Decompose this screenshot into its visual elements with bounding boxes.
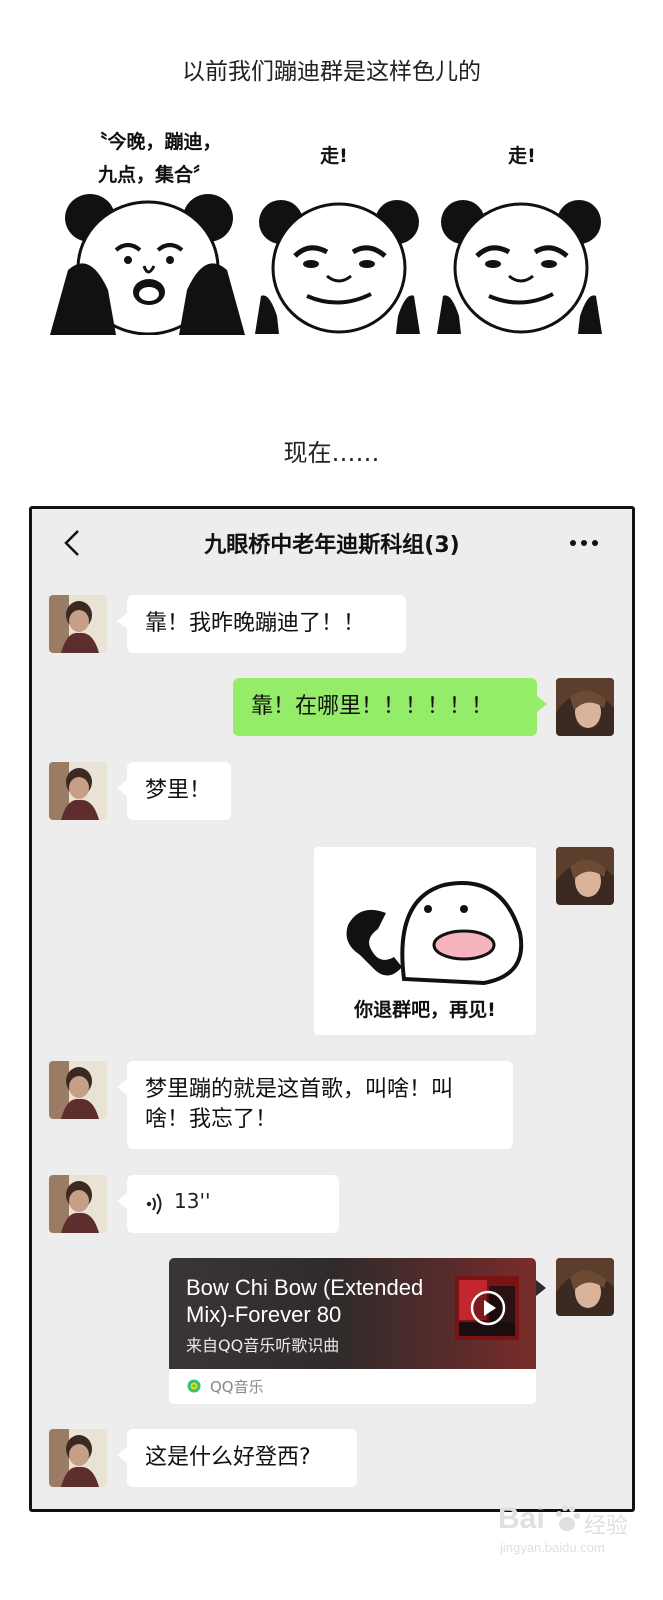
panda-shouting-image bbox=[50, 194, 245, 335]
contact-avatar[interactable] bbox=[49, 1175, 107, 1233]
music-card-footer: QQ音乐 bbox=[169, 1369, 536, 1404]
sticker-message[interactable]: 你退群吧，再见! bbox=[314, 847, 536, 1035]
message-bubble-incoming[interactable]: 梦里！ bbox=[117, 762, 231, 820]
more-options-icon[interactable] bbox=[567, 531, 601, 555]
voice-message[interactable]: 13'' bbox=[117, 1175, 339, 1233]
now-caption: 现在…… bbox=[283, 439, 380, 467]
meme-1-text: 〝今晚，蹦迪， 九点，集合〞 bbox=[80, 126, 230, 192]
meme-1-line-2: 九点，集合〞 bbox=[97, 164, 212, 186]
watermark-brand-cn: 经验 bbox=[584, 1513, 629, 1538]
music-card-tail bbox=[536, 1280, 546, 1296]
panda-smirk-image bbox=[437, 200, 602, 334]
contact-avatar[interactable] bbox=[49, 1429, 107, 1487]
chat-navbar: 九眼桥中老年迪斯科组(3) bbox=[32, 509, 632, 576]
music-subtitle: 来自QQ音乐听歌识曲 bbox=[186, 1336, 340, 1355]
watermark-brand: Bai bbox=[498, 1502, 545, 1535]
message-bubble-incoming[interactable]: 靠！我昨晚蹦迪了！！ bbox=[117, 595, 406, 653]
meme-1-line-1: 〝今晚，蹦迪， bbox=[88, 131, 222, 153]
meme-2-text: 走! bbox=[320, 145, 348, 167]
my-avatar[interactable] bbox=[556, 847, 614, 905]
contact-avatar[interactable] bbox=[49, 762, 107, 820]
voice-duration: 13'' bbox=[174, 1189, 211, 1213]
message-bubble-incoming[interactable]: 这是什么好登西? bbox=[117, 1429, 357, 1487]
my-avatar[interactable] bbox=[556, 1258, 614, 1316]
back-chevron-icon[interactable] bbox=[58, 527, 88, 559]
voice-wave-icon bbox=[146, 1193, 162, 1215]
music-share-card[interactable]: Bow Chi Bow (Extended Mix)-Forever 80 来自… bbox=[169, 1258, 536, 1404]
my-avatar[interactable] bbox=[556, 678, 614, 736]
baidu-jingyan-watermark: Bai 经验 jingyan.baidu.com bbox=[496, 1498, 636, 1558]
play-icon[interactable] bbox=[469, 1289, 507, 1327]
chat-window: 九眼桥中老年迪斯科组(3) 靠！我昨晚蹦迪了！！ 靠！在哪里！！！！！！ 梦里！ bbox=[29, 506, 635, 1512]
qq-music-logo-icon bbox=[187, 1379, 201, 1393]
message-bubble-outgoing[interactable]: 靠！在哪里！！！！！！ bbox=[233, 678, 547, 736]
contact-avatar[interactable] bbox=[49, 1061, 107, 1119]
blob-phone-sticker-image bbox=[346, 881, 524, 986]
watermark-url: jingyan.baidu.com bbox=[500, 1540, 605, 1555]
panda-smirk-image bbox=[255, 200, 420, 334]
baidu-paw-icon bbox=[556, 1505, 580, 1531]
top-caption: 以前我们蹦迪群是这样色儿的 bbox=[182, 59, 481, 85]
chat-title: 九眼桥中老年迪斯科组(3) bbox=[204, 533, 460, 558]
meme-3-text: 走! bbox=[508, 145, 536, 167]
music-card-header: Bow Chi Bow (Extended Mix)-Forever 80 来自… bbox=[169, 1258, 536, 1369]
sticker-caption: 你退群吧，再见! bbox=[354, 999, 496, 1021]
music-title: Bow Chi Bow (Extended Mix)-Forever 80 bbox=[186, 1275, 424, 1327]
music-source-label: QQ音乐 bbox=[210, 1378, 264, 1396]
message-bubble-incoming[interactable]: 梦里蹦的就是这首歌，叫啥！叫啥！我忘了！ bbox=[117, 1061, 513, 1149]
contact-avatar[interactable] bbox=[49, 595, 107, 653]
